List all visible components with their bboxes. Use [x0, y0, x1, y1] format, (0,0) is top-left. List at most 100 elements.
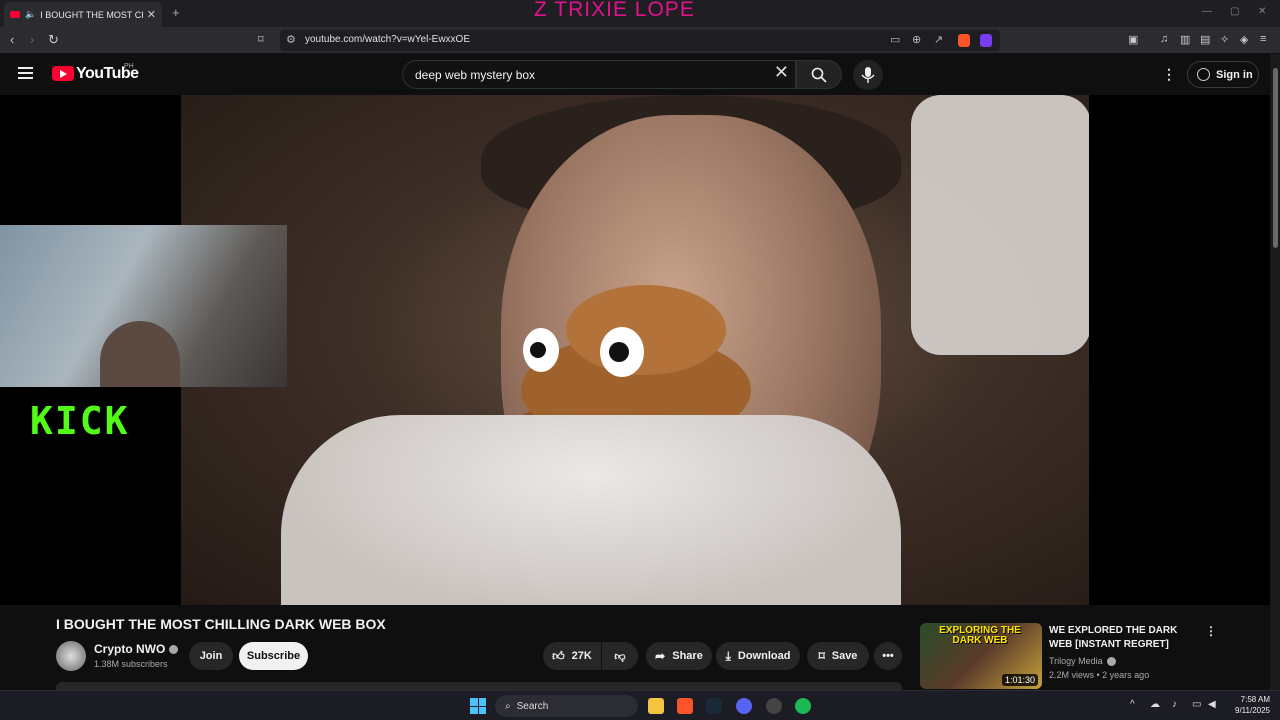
clear-search-icon[interactable]: ✕ [774, 62, 789, 83]
browser-tab[interactable]: 🔈 I BOUGHT THE MOST CHILLIN ✕ [4, 2, 162, 27]
back-icon[interactable]: ‹ [10, 32, 14, 47]
media-icon[interactable]: ♫ [1160, 33, 1168, 45]
search-button[interactable] [796, 60, 842, 89]
channel-name-text[interactable]: Crypto NWO [94, 642, 165, 656]
video-frame[interactable] [181, 95, 1089, 605]
verified-icon [169, 645, 179, 655]
video-player[interactable]: KICK [0, 95, 1270, 605]
zoom-icon[interactable]: ⊕ [912, 33, 921, 46]
screenshot-icon[interactable]: ▣ [1128, 33, 1138, 46]
channel-avatar[interactable] [56, 641, 86, 671]
recommended-channel-text[interactable]: Trilogy Media [1049, 656, 1103, 666]
maximize-icon[interactable]: ▢ [1230, 6, 1239, 17]
youtube-favicon-icon [10, 11, 20, 18]
recommended-channel[interactable]: Trilogy Media [1049, 656, 1116, 667]
video-scene-glove [911, 95, 1089, 355]
taskbar-search-icon: ⌕ [505, 700, 511, 712]
github-icon[interactable] [766, 698, 782, 714]
taskbar-search-label: Search [516, 700, 549, 712]
steam-icon[interactable] [706, 698, 722, 714]
save-button[interactable]: ⌑ Save [807, 642, 869, 670]
clock-time: 7:58 AM [1240, 695, 1270, 704]
more-actions-button[interactable]: ••• [874, 642, 902, 670]
close-window-icon[interactable]: ✕ [1258, 6, 1266, 17]
vpn-shield-icon[interactable]: ◈ [1240, 33, 1248, 46]
microphone-icon [861, 67, 875, 83]
join-label: Join [199, 650, 223, 662]
brave-browser-icon[interactable] [677, 698, 693, 714]
recommendation-menu-icon[interactable]: ⋮ [1205, 624, 1217, 638]
download-icon: ⤓ [725, 648, 731, 663]
tab-title: I BOUGHT THE MOST CHILLIN [40, 9, 143, 20]
scrollbar-thumb[interactable] [1273, 68, 1278, 248]
streamer-webcam-overlay [0, 225, 287, 387]
mic-tray-icon[interactable]: ♪ [1172, 699, 1177, 710]
windows-taskbar: ⌕ Search ^ ☁ ♪ ▭ ◀ 7:58 AM 9/11/2025 [0, 690, 1280, 720]
download-button[interactable]: ⤓ Download [716, 642, 800, 670]
dislike-button[interactable]: 👎︎ [602, 642, 638, 670]
save-label: Save [831, 650, 858, 662]
thumbnail-text: EXPLORING THE DARK WEB [939, 625, 1021, 646]
forward-icon[interactable]: › [30, 32, 34, 47]
stream-overlay-text: Z TRIXIE LOPE [534, 0, 695, 21]
leo-ai-icon[interactable]: ✧ [1220, 33, 1229, 46]
sidebar-icon[interactable]: ▥ [1180, 33, 1190, 46]
country-code: PH [124, 63, 134, 70]
network-icon[interactable]: ▭ [1192, 699, 1201, 710]
address-bar[interactable]: ⚙ youtube.com/watch?v=wYel-EwxxOE ▭ ⊕ ↗ [280, 30, 1000, 51]
hamburger-menu-icon[interactable] [18, 67, 33, 79]
site-info-icon[interactable]: ⚙ [286, 33, 296, 46]
recommended-video-thumbnail[interactable]: EXPLORING THE DARK WEB 1:01:30 [920, 623, 1042, 689]
brave-rewards-icon[interactable] [980, 34, 992, 47]
subscribe-label: Subscribe [246, 650, 301, 662]
wallet-icon[interactable]: ▤ [1200, 33, 1210, 46]
more-icon: ••• [882, 650, 894, 662]
recommended-video-title[interactable]: WE EXPLORED THE DARK WEB [INSTANT REGRET… [1049, 624, 1199, 652]
join-button[interactable]: Join [189, 642, 233, 670]
sign-in-button[interactable]: Sign in [1187, 61, 1259, 88]
volume-icon[interactable]: ◀ [1208, 699, 1216, 710]
share-icon: ➦ [655, 649, 666, 663]
description-box[interactable] [56, 682, 902, 690]
subscribe-button[interactable]: Subscribe [239, 642, 308, 670]
close-tab-icon[interactable]: ✕ [147, 8, 156, 21]
sign-in-label: Sign in [1216, 68, 1253, 81]
onedrive-icon[interactable]: ☁ [1150, 699, 1160, 710]
reload-icon[interactable]: ↻ [48, 32, 59, 48]
settings-kebab-icon[interactable]: ⋮ [1162, 66, 1176, 83]
brave-shields-icon[interactable] [958, 34, 970, 47]
new-tab-icon[interactable]: + [172, 5, 180, 20]
windows-start-icon[interactable] [470, 698, 486, 714]
bookmark-icon[interactable]: ⌑ [258, 33, 264, 46]
speaker-icon[interactable]: 🔈 [25, 9, 36, 20]
youtube-masthead: YouTube PH deep web mystery box ✕ ⋮ Sign… [0, 54, 1270, 95]
download-label: Download [737, 650, 791, 662]
video-title: I BOUGHT THE MOST CHILLING DARK WEB BOX [56, 616, 386, 632]
search-input[interactable]: deep web mystery box ✕ [402, 60, 796, 89]
video-scene-hand [281, 415, 901, 605]
like-button[interactable]: 👍︎ 27K [543, 642, 601, 670]
share-button[interactable]: ➦ Share [646, 642, 712, 670]
search-query: deep web mystery box [415, 68, 536, 82]
share-page-icon[interactable]: ↗ [934, 33, 943, 46]
spotify-icon[interactable] [795, 698, 811, 714]
cast-icon[interactable]: ▭ [890, 33, 900, 46]
search-icon [811, 67, 827, 83]
channel-name[interactable]: Crypto NWO [94, 642, 179, 656]
menu-icon[interactable]: ≡ [1260, 33, 1266, 45]
browser-tab-bar: 🔈 I BOUGHT THE MOST CHILLIN ✕ + Z TRIXIE… [0, 0, 1280, 27]
tray-chevron-icon[interactable]: ^ [1130, 699, 1135, 710]
account-icon [1197, 68, 1210, 81]
file-explorer-icon[interactable] [648, 698, 664, 714]
recommended-video-meta: 2.2M views • 2 years ago [1049, 670, 1150, 680]
system-clock[interactable]: 7:58 AM 9/11/2025 [1226, 694, 1270, 716]
share-label: Share [672, 650, 703, 662]
thumbs-up-icon: 👍︎ [552, 648, 565, 663]
url-text: youtube.com/watch?v=wYel-EwxxOE [305, 34, 470, 45]
taskbar-search[interactable]: ⌕ Search [495, 695, 638, 717]
minimize-icon[interactable]: — [1202, 6, 1212, 17]
youtube-logo-icon[interactable] [52, 66, 74, 81]
verified-icon [1106, 657, 1116, 667]
discord-icon[interactable] [736, 698, 752, 714]
voice-search-button[interactable] [853, 60, 883, 90]
